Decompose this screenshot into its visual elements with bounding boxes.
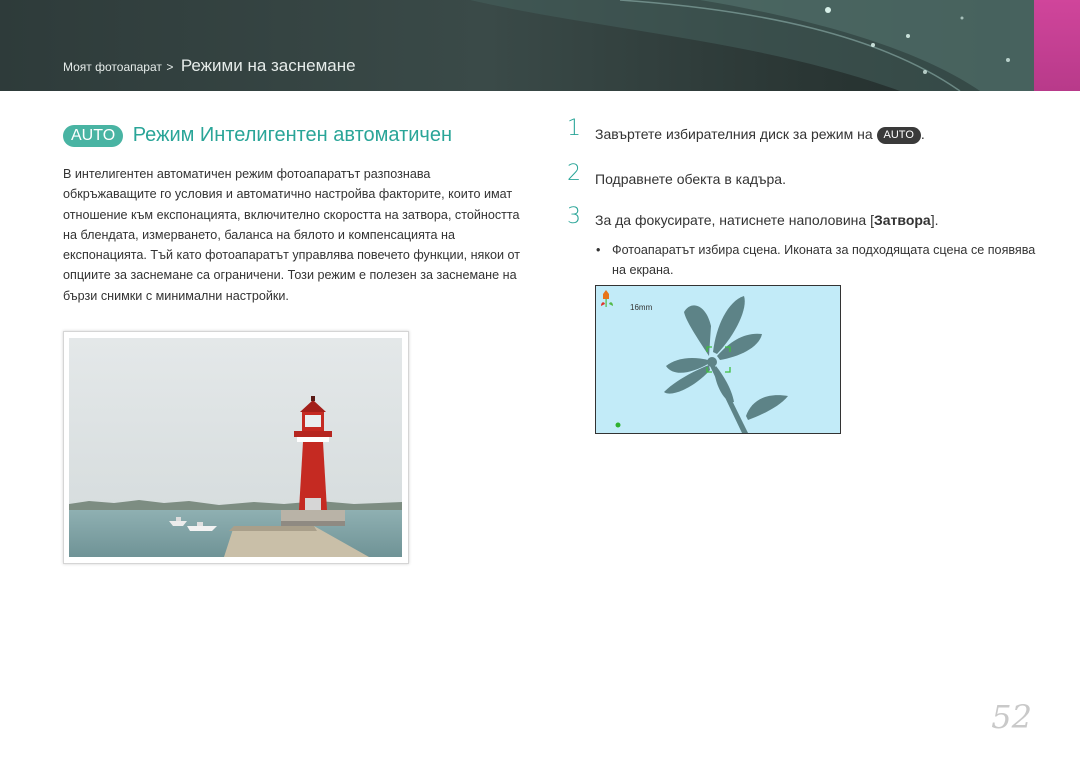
step-text: Завъртете избирателния диск за режим на …: [595, 126, 925, 144]
step-1-suffix: .: [920, 126, 925, 142]
auto-mode-icon: AUTO: [876, 126, 921, 144]
step-2-text: Подравнете обекта в кадъра.: [595, 171, 786, 187]
flower-scene-icon: [601, 290, 613, 307]
auto-mode-icon: AUTO: [63, 124, 124, 147]
breadcrumb-current: Режими на заснемане: [180, 56, 356, 75]
example-photo: [63, 331, 409, 564]
step-number: 1: [567, 116, 581, 141]
breadcrumb: Моят фотоапарат > Режими на заснемане: [63, 56, 356, 76]
flower-silhouette: [664, 296, 788, 433]
page-header: Моят фотоапарат > Режими на заснемане: [0, 0, 1080, 91]
breadcrumb-separator: >: [166, 60, 174, 74]
step-1-text: Завъртете избирателния диск за режим на: [595, 126, 873, 142]
header-decoration: [470, 0, 1034, 91]
step-3-text-after: ].: [930, 212, 939, 228]
intro-paragraph: В интелигентен автоматичен режим фотоапа…: [63, 167, 521, 303]
step-number: 3: [567, 204, 581, 229]
page-number: 52: [991, 698, 1032, 736]
step-number: 2: [567, 161, 581, 186]
shutter-button-label: Затвора: [873, 212, 931, 228]
section-title: AUTO Режим Интелигентен автоматичен: [63, 124, 452, 147]
step-3-text: За да фокусирате, натиснете наполовина […: [595, 212, 939, 228]
chapter-tab: [1034, 0, 1080, 91]
section-title-text: Режим Интелигентен автоматичен: [132, 124, 452, 147]
camera-lcd-screen: 16mm: [595, 285, 841, 434]
breadcrumb-parent[interactable]: Моят фотоапарат: [63, 60, 162, 74]
step-3-text-before: За да фокусирате, натиснете наполовина [: [595, 212, 874, 228]
focal-length-readout: 16mm: [630, 303, 653, 312]
bullet-symbol: •: [596, 243, 601, 257]
lighthouse-photo: [69, 338, 402, 557]
bullet-text: Фотоапаратът избира сцена. Иконата за по…: [612, 243, 1036, 277]
focus-indicator-icon: [615, 422, 621, 428]
